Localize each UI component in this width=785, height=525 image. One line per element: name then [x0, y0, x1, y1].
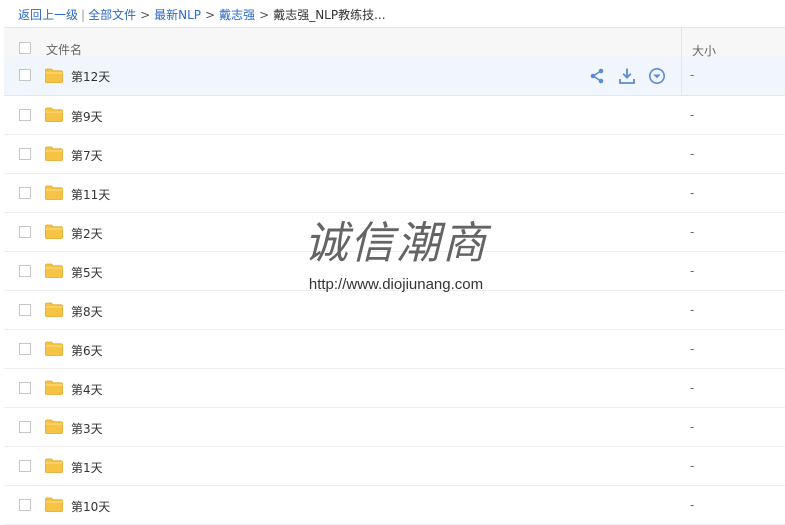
- folder-icon: [45, 68, 63, 83]
- folder-icon: [45, 497, 63, 512]
- folder-icon: [45, 341, 63, 356]
- file-row[interactable]: 第1天 -: [4, 447, 785, 486]
- folder-icon: [45, 380, 63, 395]
- file-size: -: [690, 459, 695, 473]
- file-row[interactable]: 第10天 -: [4, 486, 785, 525]
- file-row[interactable]: 第12天 -: [4, 57, 785, 96]
- file-size: -: [690, 264, 695, 278]
- file-size: -: [690, 498, 695, 512]
- file-name[interactable]: 第5天: [71, 264, 103, 281]
- row-checkbox[interactable]: [19, 187, 31, 199]
- file-name[interactable]: 第4天: [71, 381, 103, 398]
- folder-icon: [45, 185, 63, 200]
- breadcrumb-current: 戴志强_NLP教练技...: [273, 8, 386, 22]
- file-name[interactable]: 第10天: [71, 498, 110, 515]
- file-size: -: [690, 186, 695, 200]
- name-column-label: 文件名: [46, 43, 83, 57]
- file-row[interactable]: 第5天 -: [4, 252, 785, 291]
- row-checkbox[interactable]: [19, 226, 31, 238]
- file-size: -: [690, 147, 695, 161]
- file-name[interactable]: 第7天: [71, 147, 103, 164]
- file-name[interactable]: 第12天: [71, 68, 110, 85]
- row-checkbox[interactable]: [19, 304, 31, 316]
- breadcrumb-divider: |: [81, 8, 86, 22]
- back-link[interactable]: 返回上一级: [18, 8, 78, 22]
- file-row[interactable]: 第9天 -: [4, 96, 785, 135]
- breadcrumb-level2-link[interactable]: 戴志强: [219, 8, 255, 22]
- file-list: 第12天 - 第9天 - 第7天 - 第11天 - 第2天 - 第5天 - 第8天 - 第6天 - 第4天 - 第3…: [4, 57, 785, 525]
- file-size: -: [690, 108, 695, 122]
- file-size: -: [690, 381, 695, 395]
- row-checkbox[interactable]: [19, 382, 31, 394]
- file-name[interactable]: 第6天: [71, 342, 103, 359]
- column-divider: [681, 57, 682, 95]
- file-row[interactable]: 第11天 -: [4, 174, 785, 213]
- file-name[interactable]: 第11天: [71, 186, 110, 203]
- more-options-icon[interactable]: [648, 67, 666, 85]
- row-checkbox[interactable]: [19, 343, 31, 355]
- folder-icon: [45, 458, 63, 473]
- file-row[interactable]: 第7天 -: [4, 135, 785, 174]
- select-all-checkbox[interactable]: [19, 42, 31, 54]
- all-files-link[interactable]: 全部文件: [88, 8, 136, 22]
- file-size: -: [690, 420, 695, 434]
- folder-icon: [45, 302, 63, 317]
- file-name[interactable]: 第9天: [71, 108, 103, 125]
- download-icon[interactable]: [618, 67, 636, 85]
- file-row[interactable]: 第2天 -: [4, 213, 785, 252]
- folder-icon: [45, 419, 63, 434]
- row-checkbox[interactable]: [19, 499, 31, 511]
- file-name[interactable]: 第2天: [71, 225, 103, 242]
- file-size: -: [690, 303, 695, 317]
- row-checkbox[interactable]: [19, 148, 31, 160]
- file-size: -: [690, 68, 695, 82]
- row-checkbox[interactable]: [19, 265, 31, 277]
- folder-icon: [45, 263, 63, 278]
- file-row[interactable]: 第8天 -: [4, 291, 785, 330]
- file-name[interactable]: 第1天: [71, 459, 103, 476]
- breadcrumb-level1-link[interactable]: 最新NLP: [154, 8, 201, 22]
- file-name[interactable]: 第8天: [71, 303, 103, 320]
- file-name[interactable]: 第3天: [71, 420, 103, 437]
- row-checkbox[interactable]: [19, 69, 31, 81]
- file-size: -: [690, 225, 695, 239]
- file-row[interactable]: 第3天 -: [4, 408, 785, 447]
- breadcrumb-separator: >: [140, 8, 151, 22]
- file-row[interactable]: 第6天 -: [4, 330, 785, 369]
- file-row[interactable]: 第4天 -: [4, 369, 785, 408]
- share-icon[interactable]: [588, 67, 606, 85]
- folder-icon: [45, 107, 63, 122]
- row-checkbox[interactable]: [19, 460, 31, 472]
- folder-icon: [45, 224, 63, 239]
- breadcrumb-separator: >: [259, 8, 270, 22]
- breadcrumb: 返回上一级 | 全部文件 > 最新NLP > 戴志强 > 戴志强_NLP教练技...: [18, 6, 386, 24]
- file-size: -: [690, 342, 695, 356]
- row-checkbox[interactable]: [19, 421, 31, 433]
- breadcrumb-separator: >: [205, 8, 216, 22]
- row-checkbox[interactable]: [19, 109, 31, 121]
- folder-icon: [45, 146, 63, 161]
